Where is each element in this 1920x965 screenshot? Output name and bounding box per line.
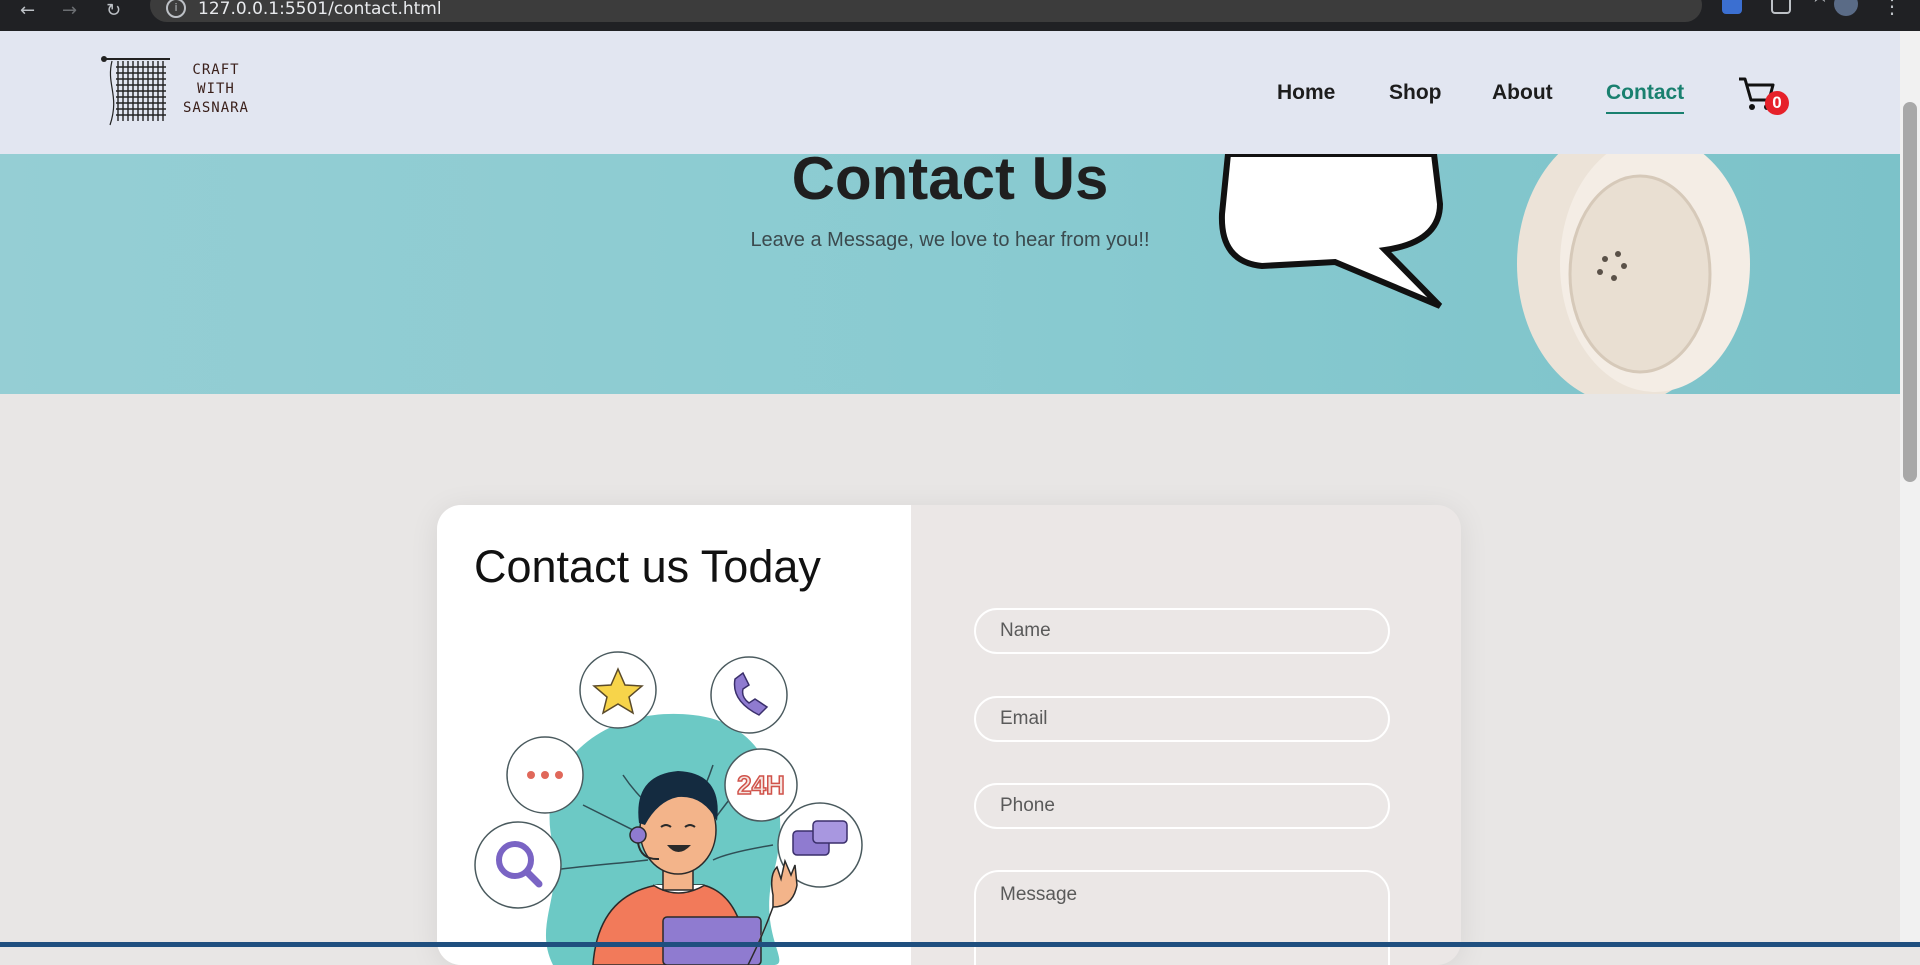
taskbar-strip	[0, 942, 1920, 947]
address-bar[interactable]: i 127.0.0.1:5501/contact.html ☆	[150, 0, 1830, 22]
profile-avatar[interactable]	[1834, 0, 1858, 16]
contact-card-title: Contact us Today	[474, 541, 821, 592]
customer-support-illustration: 24H	[474, 651, 863, 965]
bookmark-star-icon[interactable]: ☆	[1810, 0, 1830, 8]
hero-banner: Contact Us Leave a Message, we love to h…	[0, 154, 1900, 394]
brand-name: CRAFT WITH SASNARA	[176, 61, 256, 118]
dots-icon	[527, 771, 535, 779]
site-header: CRAFT WITH SASNARA Home Shop About Conta…	[0, 31, 1900, 154]
headset-icon	[629, 826, 647, 844]
cart-count-badge: 0	[1765, 91, 1789, 115]
email-field[interactable]	[974, 696, 1390, 742]
24h-icon: 24H	[737, 770, 785, 800]
laptop-icon	[662, 916, 762, 965]
contact-card-illustration-panel: Contact us Today 24H	[437, 505, 911, 965]
brand-line-3: SASNARA	[182, 100, 249, 116]
translate-extension-icon[interactable]	[1722, 0, 1742, 14]
extensions-puzzle-icon[interactable]	[1771, 0, 1791, 14]
loom-logo-icon	[101, 56, 170, 126]
reload-icon[interactable]: ↻	[106, 2, 121, 20]
nav-about-link[interactable]: About	[1492, 81, 1553, 105]
nav-contact-link[interactable]: Contact	[1606, 81, 1685, 114]
browser-toolbar: ← → ↻ i 127.0.0.1:5501/contact.html ☆ ⋮	[0, 0, 1920, 31]
phone-field[interactable]	[974, 783, 1390, 829]
scrollbar-thumb[interactable]	[1903, 102, 1917, 482]
page-subtitle: Leave a Message, we love to hear from yo…	[750, 229, 1150, 251]
cart-button[interactable]: 0	[1737, 74, 1789, 115]
site-info-icon[interactable]: i	[166, 0, 186, 18]
back-arrow-icon[interactable]: ←	[20, 2, 35, 20]
url-text[interactable]: 127.0.0.1:5501/contact.html	[198, 0, 442, 19]
nav-shop-link[interactable]: Shop	[1389, 81, 1442, 105]
message-field[interactable]	[974, 870, 1390, 965]
brand-logo[interactable]: CRAFT WITH SASNARA	[100, 55, 260, 127]
browser-menu-icon[interactable]: ⋮	[1882, 0, 1902, 16]
contact-card: Contact us Today 24H Name Email Phone Me…	[437, 505, 1461, 965]
nav-home-link[interactable]: Home	[1277, 81, 1335, 105]
forward-arrow-icon[interactable]: →	[62, 2, 77, 20]
name-field[interactable]	[974, 608, 1390, 654]
brand-line-2: WITH	[197, 81, 235, 97]
page-title: Contact Us	[791, 154, 1109, 212]
brand-line-1: CRAFT	[192, 62, 240, 78]
